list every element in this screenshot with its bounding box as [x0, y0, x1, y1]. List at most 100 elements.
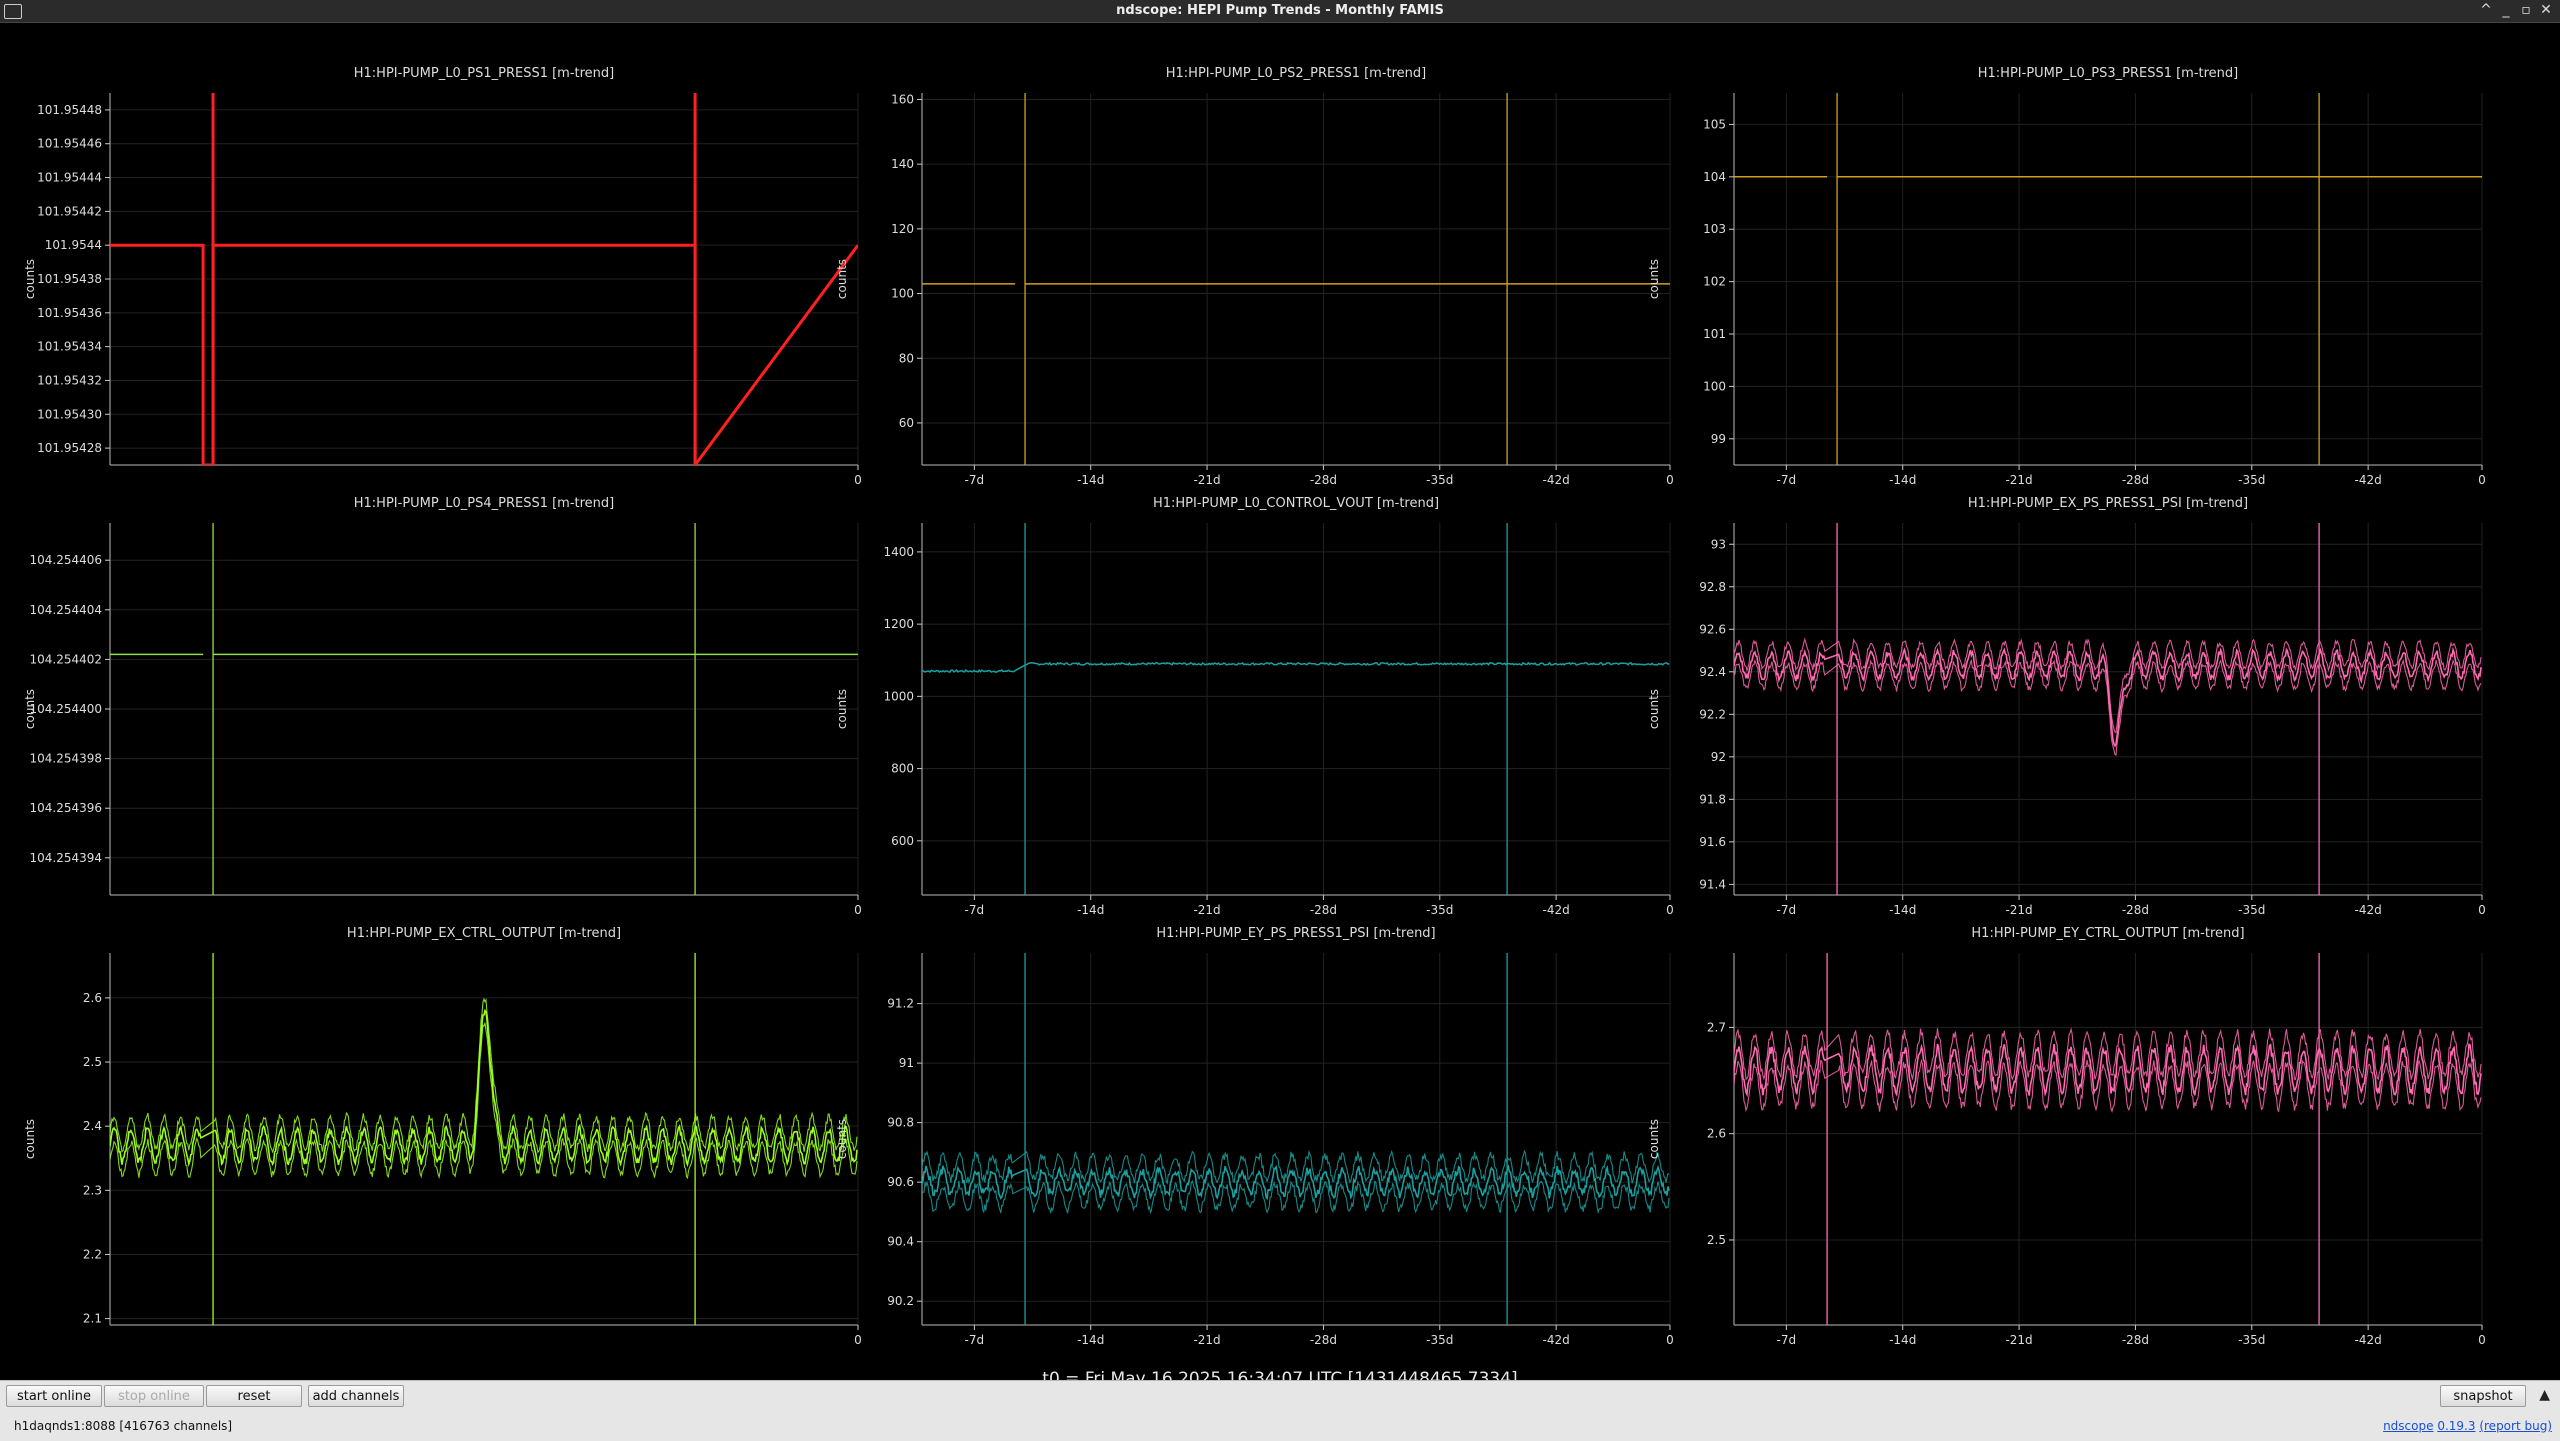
x-tick-label: -42d: [2355, 903, 2382, 917]
x-tick-label: 0: [854, 473, 862, 487]
y-tick-label: 99: [1711, 432, 1726, 446]
control-bar: start online stop online reset add chann…: [0, 1380, 2560, 1441]
snapshot-menu-arrow-icon[interactable]: ▲: [2539, 1387, 2550, 1403]
x-tick-label: -7d: [965, 1333, 985, 1347]
server-address: h1daqnds1:8088: [14, 1419, 116, 1433]
series-line: [110, 1008, 858, 1168]
x-tick-label: -28d: [1310, 473, 1337, 487]
plot-data: [110, 953, 858, 1325]
x-tick-label: -28d: [2122, 1333, 2149, 1347]
plots-canvas[interactable]: H1:HPI-PUMP_L0_PS1_PRESS1 [m-trend] count…: [0, 23, 2560, 1380]
x-tick-label: 0: [2478, 903, 2486, 917]
y-tick-label: 93: [1711, 537, 1726, 551]
y-tick-label: 2.2: [83, 1247, 102, 1261]
y-tick-label: 92.6: [1699, 622, 1726, 636]
y-tick-label: 90.2: [887, 1294, 914, 1308]
plot-panel-3[interactable]: H1:HPI-PUMP_L0_PS3_PRESS1 [m-trend] count…: [1647, 66, 2560, 487]
y-tick-label: 91.8: [1699, 792, 1726, 806]
reset-button[interactable]: reset: [206, 1385, 302, 1407]
x-tick-label: -21d: [1193, 1333, 1220, 1347]
x-tick-label: -35d: [2238, 1333, 2265, 1347]
close-icon[interactable]: ✕: [2536, 2, 2556, 18]
y-tick-label: 1000: [883, 689, 914, 703]
plot-title: H1:HPI-PUMP_L0_CONTROL_VOUT [m-trend]: [1153, 496, 1439, 511]
report-bug-link[interactable]: (report bug): [2479, 1419, 2552, 1433]
y-tick-label: 90.4: [887, 1235, 914, 1249]
y-tick-label: 92.8: [1699, 580, 1726, 594]
ndscope-link[interactable]: ndscope: [2383, 1419, 2433, 1433]
y-axis-label: counts: [23, 259, 37, 299]
y-tick-label: 104.254400: [29, 702, 102, 716]
plot-panel-6[interactable]: H1:HPI-PUMP_EX_PS_PRESS1_PSI [m-trend] co…: [1647, 496, 2560, 917]
keep-above-icon[interactable]: ^: [2476, 2, 2496, 18]
y-tick-label: 2.1: [83, 1312, 102, 1326]
series-line: [922, 1179, 1670, 1215]
x-tick-label: -28d: [2122, 903, 2149, 917]
plot-data: [922, 523, 1670, 895]
x-tick-label: -21d: [2005, 473, 2032, 487]
y-tick-label: 91.4: [1699, 877, 1726, 891]
x-tick-label: -14d: [1077, 903, 1104, 917]
y-tick-label: 104.254406: [29, 553, 102, 567]
y-axis-label: counts: [1647, 689, 1661, 729]
y-tick-label: 104.254398: [29, 752, 102, 766]
plot-panel-2[interactable]: H1:HPI-PUMP_L0_PS2_PRESS1 [m-trend] count…: [835, 66, 2382, 487]
y-tick-label: 92.2: [1699, 707, 1726, 721]
x-tick-label: -14d: [1077, 473, 1104, 487]
x-tick-label: -14d: [1889, 1333, 1916, 1347]
maximize-icon[interactable]: ▫: [2516, 2, 2536, 18]
series-line: [922, 661, 1670, 674]
window-title: ndscope: HEPI Pump Trends - Monthly FAMI…: [1116, 3, 1444, 18]
y-tick-label: 800: [891, 762, 914, 776]
start-online-button[interactable]: start online: [6, 1385, 102, 1407]
y-axis-label: counts: [1647, 1119, 1661, 1159]
x-tick-label: 0: [854, 903, 862, 917]
x-tick-label: -35d: [1426, 903, 1453, 917]
y-axis-label: counts: [23, 1119, 37, 1159]
x-tick-label: -28d: [1310, 903, 1337, 917]
y-tick-label: 104: [1703, 170, 1726, 184]
plot-panel-5[interactable]: H1:HPI-PUMP_L0_CONTROL_VOUT [m-trend] cou…: [835, 496, 2382, 917]
y-tick-label: 105: [1703, 117, 1726, 131]
plot-title: H1:HPI-PUMP_EX_PS_PRESS1_PSI [m-trend]: [1968, 496, 2248, 511]
x-tick-label: -7d: [1777, 903, 1797, 917]
y-tick-label: 90.8: [887, 1116, 914, 1130]
x-tick-label: 0: [2478, 1333, 2486, 1347]
add-channels-button[interactable]: add channels: [308, 1385, 404, 1407]
stop-online-button[interactable]: stop online: [104, 1385, 204, 1407]
x-tick-label: -7d: [1777, 473, 1797, 487]
y-tick-label: 101.95446: [37, 137, 102, 151]
plot-data: [1734, 523, 2482, 895]
plot-panel-1[interactable]: H1:HPI-PUMP_L0_PS1_PRESS1 [m-trend] count…: [23, 66, 1570, 487]
plot-panel-7[interactable]: H1:HPI-PUMP_EX_CTRL_OUTPUT [m-trend] coun…: [23, 926, 1570, 1347]
x-tick-label: -21d: [1193, 903, 1220, 917]
version-link[interactable]: 0.19.3: [2437, 1419, 2475, 1433]
y-tick-label: 104.254402: [29, 652, 102, 666]
y-tick-label: 101.9544: [45, 238, 102, 252]
y-tick-label: 104.254396: [29, 801, 102, 815]
minimize-icon[interactable]: _: [2496, 2, 2516, 18]
plot-panel-9[interactable]: H1:HPI-PUMP_EY_CTRL_OUTPUT [m-trend] coun…: [1647, 926, 2560, 1347]
y-tick-label: 2.3: [83, 1183, 102, 1197]
series-line: [110, 1022, 858, 1180]
x-tick-label: -14d: [1077, 1333, 1104, 1347]
y-axis-label: counts: [835, 1119, 849, 1159]
plot-grid[interactable]: H1:HPI-PUMP_L0_PS1_PRESS1 [m-trend] count…: [0, 23, 2560, 1389]
plot-panel-8[interactable]: H1:HPI-PUMP_EY_PS_PRESS1_PSI [m-trend] co…: [835, 926, 2382, 1347]
plot-title: H1:HPI-PUMP_L0_PS2_PRESS1 [m-trend]: [1166, 66, 1427, 81]
y-tick-label: 91.2: [887, 997, 914, 1011]
plot-panel-4[interactable]: H1:HPI-PUMP_L0_PS4_PRESS1 [m-trend] count…: [23, 496, 1570, 917]
y-tick-label: 92.4: [1699, 665, 1726, 679]
x-tick-label: -14d: [1889, 903, 1916, 917]
x-tick-label: -7d: [965, 473, 985, 487]
x-tick-label: -35d: [1426, 1333, 1453, 1347]
x-tick-label: 0: [1666, 903, 1674, 917]
snapshot-button[interactable]: snapshot: [2440, 1385, 2526, 1407]
plot-data: [1734, 93, 2482, 465]
x-tick-label: -21d: [2005, 903, 2032, 917]
y-tick-label: 90.6: [887, 1175, 914, 1189]
y-tick-label: 104.254394: [29, 851, 102, 865]
plot-title: H1:HPI-PUMP_L0_PS1_PRESS1 [m-trend]: [354, 66, 615, 81]
y-tick-label: 101: [1703, 327, 1726, 341]
status-text: h1daqnds1:8088 [416763 channels]: [14, 1419, 232, 1433]
